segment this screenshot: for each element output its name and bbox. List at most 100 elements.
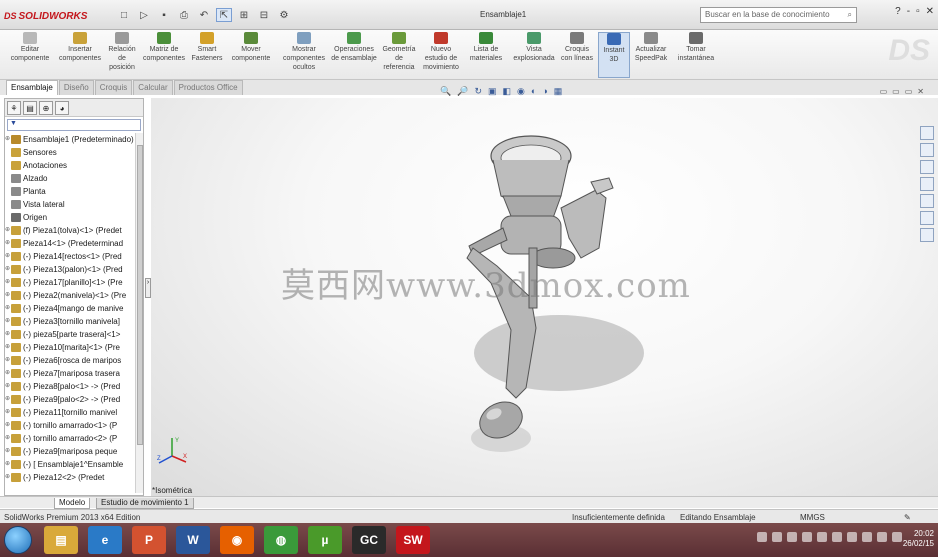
property-icon[interactable]: ▤ (23, 101, 37, 115)
tree-filter[interactable]: ▼ (7, 119, 141, 131)
taskbar-word-icon[interactable]: W (176, 526, 210, 554)
tree-item[interactable]: ⊕ (-) Pieza6[rosca de maripos (5, 354, 143, 367)
tray-icon[interactable] (757, 532, 767, 542)
display-style-icon[interactable]: ◉ (517, 86, 525, 97)
tray-icon[interactable] (802, 532, 812, 542)
show-hidden-components-button[interactable]: Mostrar componentes ocultos (280, 32, 328, 78)
tray-icon[interactable] (847, 532, 857, 542)
new-motion-study-button[interactable]: Nuevo estudio de movimiento (420, 32, 462, 78)
help-icon[interactable]: ? (895, 6, 901, 17)
tab-ensamblaje[interactable]: Ensamblaje (6, 80, 58, 95)
tree-item[interactable]: ⊕ (-) [ Ensamblaje1^Ensamble (5, 458, 143, 471)
update-speedpak-button[interactable]: Actualizar SpeedPak (632, 32, 670, 78)
design-library-icon[interactable] (920, 143, 934, 157)
status-units[interactable]: MMGS (800, 513, 825, 522)
new-icon[interactable]: □ (116, 8, 132, 22)
tree-item[interactable]: ⊕ (-) Pieza8[palo<1> -> (Pred (5, 380, 143, 393)
tree-item[interactable]: ⊕ (-) Pieza13(palon)<1> (Pred (5, 263, 143, 276)
search-input[interactable]: Buscar en la base de conocimiento ⌕ (700, 7, 857, 23)
tab-productos-office[interactable]: Productos Office (173, 80, 243, 95)
view-palette-icon[interactable] (920, 177, 934, 191)
instant-3d-button[interactable]: Instant 3D (598, 32, 630, 78)
tree-item[interactable]: ⊕ (-) tornillo amarrado<1> (P (5, 419, 143, 432)
feature-tree-icon[interactable]: ⚘ (7, 101, 21, 115)
view-settings-icon[interactable]: ▦ (554, 86, 563, 97)
tree-item[interactable]: ⊕ (-) Pieza11[tornillo manivel (5, 406, 143, 419)
graphics-area[interactable]: 莫西网www.3dmox.com Y X Z *Isométrica (151, 98, 938, 496)
tree-item[interactable]: ⊕ (-) tornillo amarrado<2> (P (5, 432, 143, 445)
tree-item[interactable]: ⊕ (-) Pieza7[mariposa trasera (5, 367, 143, 380)
file-explorer-icon[interactable] (920, 160, 934, 174)
smart-fasteners-button[interactable]: Smart Fasteners (188, 32, 226, 78)
taskbar-powerpoint-icon[interactable]: P (132, 526, 166, 554)
viewport-close-icon[interactable]: ✕ (917, 87, 924, 96)
viewport-tile-icon[interactable]: ▭ (892, 87, 900, 96)
config-icon[interactable]: ⊕ (39, 101, 53, 115)
clock[interactable]: 20:02 26/02/15 (903, 529, 934, 549)
viewport-maximize-icon[interactable]: ▭ (905, 87, 913, 96)
bill-of-materials-button[interactable]: Lista de materiales (466, 32, 506, 78)
explode-line-sketch-button[interactable]: Croquis con líneas (560, 32, 594, 78)
save-icon[interactable]: ▪ (156, 8, 172, 22)
tab-croquis[interactable]: Croquis (94, 80, 133, 95)
open-icon[interactable]: ▷ (136, 8, 152, 22)
tab-calcular[interactable]: Calcular (133, 80, 173, 95)
taskbar-file-explorer-icon[interactable]: ▤ (44, 526, 78, 554)
start-button[interactable] (4, 526, 32, 554)
search-icon[interactable]: ⌕ (848, 10, 852, 20)
tree-scrollbar[interactable] (135, 133, 143, 493)
options-icon[interactable]: ⚙ (276, 8, 292, 22)
tree-item[interactable]: Anotaciones (5, 159, 143, 172)
solidworks-forum-icon[interactable] (920, 228, 934, 242)
tab-modelo[interactable]: Modelo (54, 498, 91, 509)
resources-icon[interactable] (920, 126, 934, 140)
zoom-to-fit-icon[interactable]: 🔍 (440, 86, 451, 97)
solidworks-logo[interactable]: DS SOLIDWORKS (4, 6, 94, 26)
edit-appearance-icon[interactable]: ◑ (542, 86, 547, 97)
exploded-view-button[interactable]: Vista explosionada (510, 32, 558, 78)
reference-geometry-button[interactable]: Geometría de referencia (380, 32, 418, 78)
tray-icon[interactable] (772, 532, 782, 542)
tree-item[interactable]: Origen (5, 211, 143, 224)
tree-item[interactable]: Alzado (5, 172, 143, 185)
print-icon[interactable]: ⎙ (176, 8, 192, 22)
tree-item[interactable]: ⊕ Ensamblaje1 (Predeterminado) (5, 133, 143, 146)
tab-motion-study[interactable]: Estudio de movimiento 1 (96, 498, 194, 509)
close-button[interactable]: ✕ (926, 6, 934, 17)
tray-icon[interactable] (817, 532, 827, 542)
tree-item[interactable]: Vista lateral (5, 198, 143, 211)
tree-item[interactable]: ⊕ (-) Pieza10[marita]<1> (Pre (5, 341, 143, 354)
taskbar-internet-explorer-icon[interactable]: e (88, 526, 122, 554)
rebuild-status-icon[interactable]: ✎ (904, 513, 911, 522)
tree-item[interactable]: ⊕ (-) Pieza14[rectos<1> (Pred (5, 250, 143, 263)
taskbar-utorrent-icon[interactable]: µ (308, 526, 342, 554)
tree-item[interactable]: ⊕ (f) Pieza1(tolva)<1> (Predet (5, 224, 143, 237)
tree-item[interactable]: ⊕ (-) Pieza9[mariposa peque (5, 445, 143, 458)
tray-icon[interactable] (862, 532, 872, 542)
tree-item[interactable]: ⊕ Pieza14<1> (Predeterminad (5, 237, 143, 250)
tree-item[interactable]: Sensores (5, 146, 143, 159)
insert-components-button[interactable]: Insertar componentes (56, 32, 104, 78)
file-props-icon[interactable]: ⊟ (256, 8, 272, 22)
select-icon[interactable]: ⇱ (216, 8, 232, 22)
hide-show-items-icon[interactable]: ◐ (531, 86, 536, 97)
taskbar-firefox-icon[interactable]: ◉ (220, 526, 254, 554)
tray-icon[interactable] (787, 532, 797, 542)
tree-item[interactable]: ⊕ (-) Pieza17[planillo]<1> (Pre (5, 276, 143, 289)
take-snapshot-button[interactable]: Tomar instantánea (674, 32, 718, 78)
mate-button[interactable]: Relación de posición (106, 32, 138, 78)
tree-item[interactable]: Planta (5, 185, 143, 198)
custom-properties-icon[interactable] (920, 211, 934, 225)
assembly-features-button[interactable]: Operaciones de ensamblaje (330, 32, 378, 78)
tree-item[interactable]: ⊕ (-) Pieza2(manivela)<1> (Pre (5, 289, 143, 302)
viewport-restore-icon[interactable]: ▭ (880, 87, 888, 96)
component-pattern-button[interactable]: Matriz de componentes (142, 32, 186, 78)
volume-icon[interactable] (877, 532, 887, 542)
rebuild-icon[interactable]: ⊞ (236, 8, 252, 22)
section-view-icon[interactable]: ▣ (488, 86, 497, 97)
taskbar-solidworks-icon[interactable]: SW (396, 526, 430, 554)
scrollbar-thumb[interactable] (137, 145, 143, 445)
maximize-button[interactable]: ▫ (916, 6, 920, 17)
previous-view-icon[interactable]: ↻ (474, 86, 482, 97)
tree-item[interactable]: ⊕ (-) Pieza3[tornillo manivela] (5, 315, 143, 328)
